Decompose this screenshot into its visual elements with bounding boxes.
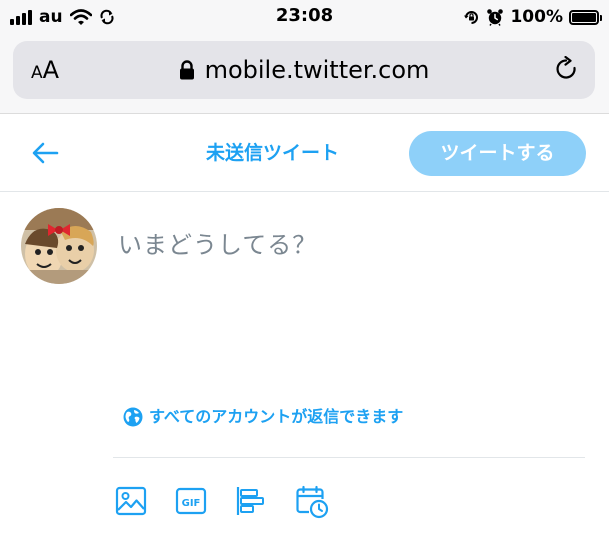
back-arrow-icon[interactable] — [31, 141, 59, 165]
reply-setting-label: すべてのアカウントが返信できます — [149, 407, 404, 426]
drafts-title[interactable]: 未送信ツイート — [206, 140, 339, 166]
schedule-icon[interactable] — [295, 485, 329, 519]
status-right: 100% — [463, 6, 602, 28]
tweet-text-input[interactable]: いまどうしてる？ — [118, 228, 317, 262]
screen: au 23:08 100% AA mobile.twitter.com 未送信ツ… — [0, 0, 609, 558]
globe-icon — [123, 407, 143, 427]
gif-icon[interactable]: GIF — [175, 485, 207, 517]
status-bar: au 23:08 100% — [0, 0, 609, 34]
battery-percent: 100% — [510, 7, 563, 27]
alarm-icon — [487, 9, 504, 26]
url-text: mobile.twitter.com — [204, 56, 430, 84]
lock-icon — [179, 60, 194, 80]
address-field[interactable]: AA mobile.twitter.com — [13, 41, 595, 99]
compose-header: 未送信ツイート ツイートする — [0, 114, 609, 192]
browser-bar: AA mobile.twitter.com — [0, 34, 609, 114]
rotation-lock-icon — [464, 10, 479, 24]
url-display: mobile.twitter.com — [13, 55, 595, 85]
svg-text:GIF: GIF — [182, 498, 201, 509]
toolbar-divider — [113, 457, 585, 458]
tweet-button[interactable]: ツイートする — [409, 131, 586, 176]
reload-icon[interactable] — [555, 56, 579, 83]
avatar[interactable] — [21, 208, 97, 284]
avatar-image — [21, 208, 97, 284]
reply-setting[interactable]: すべてのアカウントが返信できます — [123, 405, 403, 429]
image-icon[interactable] — [115, 485, 147, 517]
battery-icon — [569, 9, 602, 25]
poll-icon[interactable] — [235, 485, 267, 517]
